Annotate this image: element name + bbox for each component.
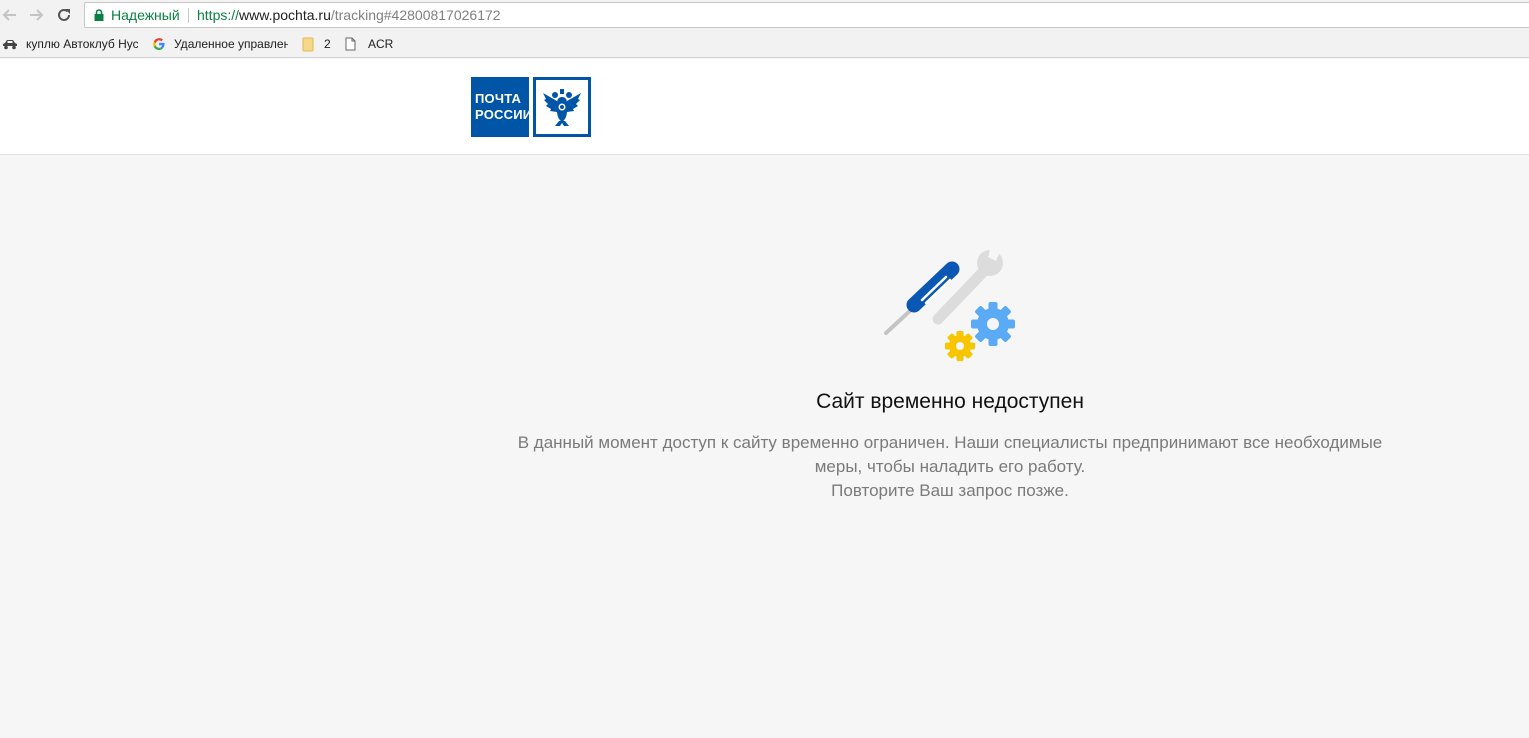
reload-button[interactable]	[54, 5, 74, 25]
bookmark-item[interactable]: ACR	[345, 30, 405, 58]
bookmark-label: Удаленное управлен	[174, 37, 288, 51]
folder-icon	[302, 37, 314, 52]
arrow-left-icon	[2, 9, 16, 21]
blue-gear-icon	[971, 302, 1015, 346]
bookmark-folder[interactable]: 2	[302, 30, 342, 58]
bookmarks-bar: куплю Автоклуб Нус Удаленное управлен 2	[0, 30, 1529, 58]
logo-emblem	[533, 77, 591, 137]
logo-wordmark: ПОЧТА РОССИИ	[471, 77, 533, 137]
double-eagle-icon	[543, 89, 581, 126]
logo-line1: ПОЧТА	[475, 91, 522, 106]
browser-toolbar: Надежный https://www.pochta.ru/tracking#…	[0, 0, 1529, 30]
url-scheme: https://	[197, 7, 240, 23]
url-path: /tracking#42800817026172	[330, 7, 501, 23]
message-line: В данный момент доступ к сайту временно …	[517, 433, 1383, 452]
tools-and-gears-icon	[884, 248, 1015, 361]
site-header: ПОЧТА РОССИИ	[0, 59, 1529, 155]
url-host: www.pochta.ru	[239, 7, 331, 23]
maintenance-title: Сайт временно недоступен	[816, 390, 1084, 413]
bookmark-item[interactable]: куплю Автоклуб Нус	[2, 30, 138, 58]
address-bar[interactable]: Надежный https://www.pochta.ru/tracking#…	[84, 2, 1529, 28]
bookmark-label: 2	[324, 37, 331, 51]
message-line: меры, чтобы наладить его работу.	[814, 457, 1086, 476]
car-icon	[2, 38, 18, 50]
secure-label: Надежный	[111, 7, 180, 23]
logo-line2: РОССИИ	[475, 107, 533, 122]
address-separator	[188, 8, 189, 23]
page-icon	[345, 37, 356, 51]
url-text[interactable]: https://www.pochta.ru/tracking#428008170…	[197, 3, 501, 27]
google-icon	[152, 37, 166, 51]
bookmark-item[interactable]: Удаленное управлен	[152, 30, 288, 58]
forward-button[interactable]	[26, 5, 46, 25]
back-button[interactable]	[0, 5, 20, 25]
maintenance-notice: Сайт временно недоступен В данный момент…	[0, 155, 1529, 738]
bookmark-label: ACR	[368, 37, 394, 51]
bookmark-label: куплю Автоклуб Нус	[26, 37, 138, 51]
message-line: Повторите Ваш запрос позже.	[831, 481, 1069, 500]
maintenance-message: В данный момент доступ к сайту временно …	[450, 431, 1450, 503]
pochta-logo[interactable]: ПОЧТА РОССИИ	[471, 77, 591, 137]
reload-icon	[58, 8, 70, 21]
yellow-gear-icon	[945, 331, 975, 361]
lock-icon	[94, 9, 104, 21]
arrow-right-icon	[30, 9, 44, 21]
screwdriver-icon	[884, 261, 960, 335]
